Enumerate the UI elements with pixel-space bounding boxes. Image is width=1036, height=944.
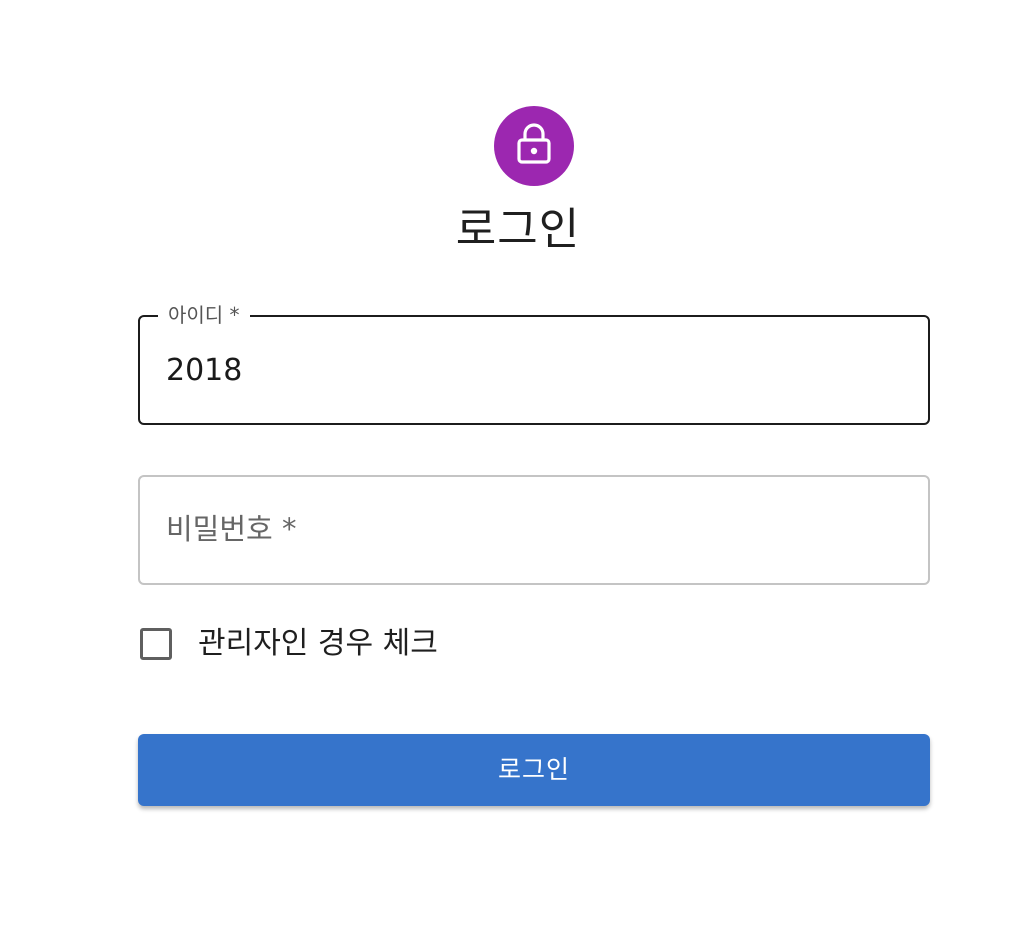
login-page: 로그인 아이디 * 2018 비밀번호 * 관리자인 경우 체크 로그인 <box>0 0 1036 944</box>
password-field[interactable]: 비밀번호 * <box>138 475 930 585</box>
lock-icon <box>516 122 552 170</box>
page-title: 로그인 <box>455 204 581 255</box>
login-button[interactable]: 로그인 <box>138 734 930 806</box>
id-field-label: 아이디 * <box>158 301 250 329</box>
admin-checkbox-row[interactable]: 관리자인 경우 체크 <box>140 624 438 664</box>
admin-checkbox[interactable] <box>140 628 172 660</box>
admin-checkbox-label[interactable]: 관리자인 경우 체크 <box>198 624 438 664</box>
id-field[interactable]: 아이디 * 2018 <box>138 301 930 425</box>
id-field-value[interactable]: 2018 <box>166 351 242 391</box>
password-field-placeholder: 비밀번호 * <box>166 512 297 546</box>
lock-avatar <box>494 106 574 186</box>
